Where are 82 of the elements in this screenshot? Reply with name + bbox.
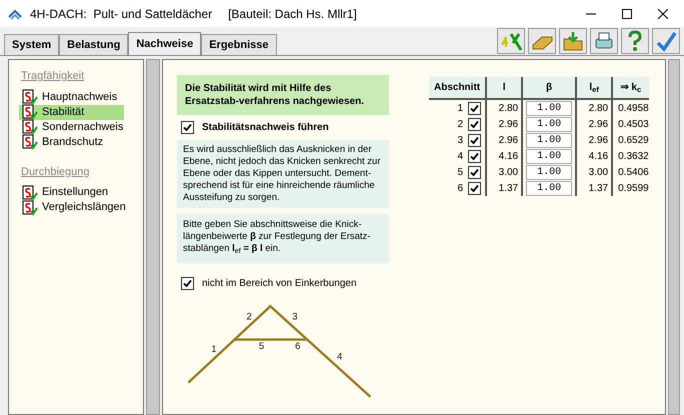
table-cell: 0.4958 xyxy=(612,99,649,116)
close-icon[interactable] xyxy=(658,8,668,18)
group-heading: Tragfähigkeit xyxy=(21,69,86,84)
table-cell: 4.16 xyxy=(576,148,612,164)
column-header: l xyxy=(486,77,522,99)
checkmark-icon xyxy=(654,29,678,53)
document-check-icon xyxy=(22,119,38,135)
table-cell: 0.3632 xyxy=(612,148,649,164)
table-cell: 1.37 xyxy=(486,180,522,196)
row-number: 6 xyxy=(458,182,464,196)
input-field[interactable]: 1.00 xyxy=(526,164,572,180)
row-number: 4 xyxy=(458,150,464,164)
checkbox[interactable] xyxy=(468,118,482,131)
roof-frame-drawing: 1 2 3 4 5 6 xyxy=(177,294,377,409)
checkbox-label: Stabilitätsnachweis führen xyxy=(202,121,329,135)
checkbox[interactable] xyxy=(468,102,482,115)
window-title: 4H-DACH: Pult- und Satteldächer xyxy=(30,6,212,22)
checkbox[interactable] xyxy=(181,121,194,134)
input-field[interactable]: 1.00 xyxy=(526,116,572,132)
row-number: 2 xyxy=(458,118,464,132)
table-cell: 2.80 xyxy=(576,99,612,116)
toolbar-button[interactable] xyxy=(528,28,556,54)
tab[interactable]: System xyxy=(4,34,60,55)
column-header: l$_{ef}$ xyxy=(576,77,612,99)
column-header: β xyxy=(522,77,576,99)
column-header: Abschnitt xyxy=(429,77,486,99)
sidebar-item[interactable]: Einstellungen xyxy=(19,185,124,200)
toolbar-button[interactable] xyxy=(559,28,587,54)
table-cell: 2.96 xyxy=(486,132,522,148)
toolbar-button[interactable] xyxy=(590,28,618,54)
toolbar-button[interactable] xyxy=(497,28,525,54)
sidebar-item[interactable]: Brandschutz xyxy=(19,134,124,150)
checkbox[interactable] xyxy=(468,166,482,179)
window-subtitle: [Bauteil: Dach Hs. Mllr1] xyxy=(228,6,357,22)
checkbox[interactable] xyxy=(468,182,482,195)
maximize-icon[interactable] xyxy=(622,8,632,18)
input-field[interactable]: 1.00 xyxy=(526,180,572,196)
sidebar-item[interactable]: Stabilität xyxy=(19,104,124,120)
document-check-icon xyxy=(22,184,38,200)
scrollbar[interactable] xyxy=(146,59,160,415)
table-cell: 2.96 xyxy=(576,116,612,132)
table-cell: 1.37 xyxy=(576,180,612,196)
info-box: Die Stabilität wird mit Hilfe des Ersatzstab-verfahrens nachgewiesen. xyxy=(177,75,389,115)
toolbar-button[interactable] xyxy=(652,28,680,54)
table-cell: 0.4503 xyxy=(612,116,649,132)
sidebar-item[interactable]: Hauptnachweis xyxy=(19,90,124,104)
sidebar-item[interactable]: Sondernachweis xyxy=(19,120,124,134)
table-cell: 3.00 xyxy=(486,164,522,180)
table-cell: 2.96 xyxy=(576,132,612,148)
row-number: 3 xyxy=(458,134,464,148)
roof-icon xyxy=(8,8,22,20)
group-heading: Durchbiegung xyxy=(21,164,90,180)
table-cell: 0.5406 xyxy=(612,164,649,180)
toolbar-button[interactable] xyxy=(621,28,649,54)
row-number: 1 xyxy=(458,102,464,116)
table-cell: 2.80 xyxy=(486,99,522,116)
table-cell: 0.9599 xyxy=(612,180,649,196)
tab[interactable]: Ergebnisse xyxy=(201,34,277,55)
checkbox-label: nicht im Bereich von Einkerbungen xyxy=(202,277,357,291)
tab[interactable]: Belastung xyxy=(59,34,128,55)
column-header: ⇒ k$_{c}$ xyxy=(612,77,649,99)
scrollbar[interactable] xyxy=(668,59,680,415)
checkbox[interactable] xyxy=(468,134,482,147)
table-cell: 3.00 xyxy=(576,164,612,180)
document-check-icon xyxy=(22,89,38,105)
table-cell: 2.96 xyxy=(486,116,522,132)
document-check-icon xyxy=(22,104,38,120)
note-text: Bitte geben Sie abschnittsweise die Knick-längenbeiwerte β zur Festlegung der Ersatz-stablängen l$_{ef}$ = β l ein. xyxy=(177,214,389,263)
document-check-icon xyxy=(22,200,38,216)
row-number: 5 xyxy=(458,166,464,180)
document-check-icon xyxy=(22,134,38,150)
input-field[interactable]: 1.00 xyxy=(526,132,572,148)
table-cell: 0.6529 xyxy=(612,132,649,148)
sidebar-item[interactable]: Vergleichslängen xyxy=(19,200,124,215)
table-cell: 4.16 xyxy=(486,148,522,164)
folder-download-icon xyxy=(561,29,585,53)
checkbox[interactable] xyxy=(181,277,194,290)
input-field[interactable]: 1.00 xyxy=(526,100,572,116)
note-text: Es wird ausschließlich das Ausknicken in der Ebene, nicht jedoch das Knicken senkrecht zur Ebene oder das Kippen untersucht. Dement-sprechend ist für eine hinreichende räumliche Aussteifung zu sorgen. xyxy=(177,140,389,208)
checkbox[interactable] xyxy=(468,150,482,163)
tab[interactable]: Nachweise xyxy=(128,32,202,56)
input-field[interactable]: 1.00 xyxy=(526,148,572,164)
